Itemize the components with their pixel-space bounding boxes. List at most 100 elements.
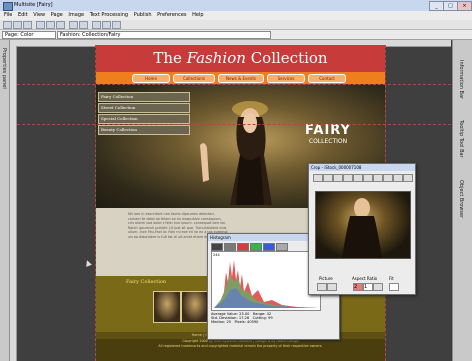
minimize-button[interactable]: _ [429, 1, 444, 11]
site-title: The Fashion Collection [96, 49, 385, 67]
app-icon [3, 2, 13, 11]
channel-gray-button[interactable] [224, 243, 236, 251]
crop-tool-icon[interactable] [313, 174, 323, 182]
apply-icon[interactable] [383, 174, 393, 182]
footer-trademark: All registered trademarks and copyrighte… [158, 344, 323, 348]
vertical-ruler [10, 46, 17, 361]
model-figure [230, 101, 272, 205]
category-fairy[interactable]: Fairy Collection [98, 92, 190, 102]
menu-file[interactable]: File [4, 11, 12, 20]
save-icon[interactable] [23, 21, 32, 29]
menu-bar: File Edit View Page Image Text Processin… [0, 11, 472, 20]
window-title: Multisite [Fairy] [14, 2, 53, 8]
stat-value: 25 [226, 320, 232, 324]
stat-value: 40590 [247, 320, 259, 324]
path-selector[interactable]: Fashion: Collection/Fairy [57, 31, 271, 39]
publish-icon[interactable] [112, 21, 121, 29]
paste-icon[interactable] [56, 21, 65, 29]
lock-ratio-button[interactable] [373, 283, 383, 291]
fairy-logo: FAIRY COLLECTION [298, 123, 358, 145]
menu-edit[interactable]: Edit [18, 11, 28, 20]
logo-fairy-text: FAIRY [305, 123, 351, 138]
flip-icon[interactable] [353, 174, 363, 182]
crop-preview-image[interactable] [315, 191, 411, 259]
crop-title: Crop - iStock_000007108 [309, 164, 415, 171]
close-button[interactable]: × [457, 1, 472, 11]
stat-value: 99 [268, 316, 273, 320]
copy-icon[interactable] [46, 21, 55, 29]
title-collection: Collection [250, 49, 328, 67]
category-special[interactable]: Special Collection [98, 114, 190, 124]
stat-row: Median: 25 Pixels: 40590 [211, 320, 336, 324]
page-selector[interactable]: Page: Color [2, 31, 56, 39]
menu-preferences[interactable]: Preferences [157, 11, 186, 20]
reset-icon[interactable] [363, 174, 373, 182]
thumbnail-1[interactable] [153, 291, 181, 323]
aspect-ratio-label: Aspect Ratio [352, 276, 378, 281]
maximize-button[interactable]: □ [443, 1, 458, 11]
menu-help[interactable]: Help [192, 11, 203, 20]
nav-collections[interactable]: Collections [173, 74, 215, 83]
left-dock-tab[interactable]: Properties panel [1, 48, 7, 89]
menu-text-processing[interactable]: Text Processing [90, 11, 128, 20]
nav-contact[interactable]: Contact [308, 74, 346, 83]
guide-line-left[interactable] [95, 45, 96, 361]
left-dock: Properties panel [0, 40, 10, 361]
stat-label: Median: [211, 320, 226, 324]
prev-picture-button[interactable] [317, 283, 327, 291]
histogram-graph [214, 260, 318, 308]
help-icon[interactable] [403, 174, 413, 182]
redo-icon[interactable] [79, 21, 88, 29]
channel-blue-button[interactable] [263, 243, 275, 251]
crop-preview-figure [342, 198, 382, 258]
fit-label: Fit [389, 276, 394, 281]
menu-page[interactable]: Page [51, 11, 63, 20]
object-browser-tab[interactable]: Object Browser [458, 180, 464, 218]
rotate-icon[interactable] [323, 174, 333, 182]
next-picture-button[interactable] [327, 283, 337, 291]
zoom-out-icon[interactable] [343, 174, 353, 182]
title-the: The [153, 49, 182, 67]
logo-collection-text: COLLECTION [308, 138, 348, 145]
new-icon[interactable] [3, 21, 12, 29]
right-dock: Information Bar Tooltip Tool Bar Object … [452, 40, 472, 361]
zoom-in-icon[interactable] [333, 174, 343, 182]
stat-label: Pixels: [234, 320, 246, 324]
nav-services[interactable]: Services [267, 74, 305, 83]
aspect-width-field[interactable]: 2 [353, 283, 363, 291]
model-hand [200, 143, 209, 182]
category-street[interactable]: Street Collection [98, 103, 190, 113]
histogram-stats: Average Value: 23.00 Range: 42 Std. Devi… [211, 312, 336, 338]
collection-title: Fairy Collection [126, 279, 167, 285]
open-icon[interactable] [13, 21, 22, 29]
histogram-plot: 244 [211, 251, 321, 311]
undo-icon[interactable] [69, 21, 78, 29]
title-fashion: Fashion [186, 49, 246, 67]
channel-green-button[interactable] [250, 243, 262, 251]
nav-home[interactable]: Home [132, 74, 170, 83]
fit-checkbox[interactable] [389, 283, 399, 291]
cut-icon[interactable] [36, 21, 45, 29]
thumbnail-2[interactable] [181, 291, 209, 323]
channel-red-button[interactable] [237, 243, 249, 251]
information-bar-tab[interactable]: Information Bar [458, 60, 464, 99]
menu-image[interactable]: Image [68, 11, 84, 20]
site-footer: Copyright 2006 by HMR Systems Software |… [96, 339, 385, 361]
tooltip-toolbar-tab[interactable]: Tooltip Tool Bar [458, 120, 464, 158]
aspect-height-field[interactable]: 1 [363, 283, 373, 291]
nav-news-events[interactable]: News & Events [218, 74, 264, 83]
zoom-icon[interactable] [92, 21, 101, 29]
channel-all-button[interactable] [276, 243, 288, 251]
main-toolbar [0, 20, 472, 30]
settings-icon[interactable] [373, 174, 383, 182]
menu-publish[interactable]: Publish [134, 11, 152, 20]
preview-icon[interactable] [102, 21, 111, 29]
page-toolbar: Page: Color Fashion: Collection/Fairy [0, 30, 472, 40]
category-beauty[interactable]: Beauty Collection [98, 125, 190, 135]
crop-window[interactable]: Crop - iStock_000007108 Picture Aspect R… [308, 163, 416, 295]
picture-label: Picture [319, 276, 333, 281]
menu-view[interactable]: View [33, 11, 45, 20]
cancel-icon[interactable] [393, 174, 403, 182]
histogram-max-label: 244 [213, 253, 220, 257]
channel-luminance-button[interactable] [211, 243, 223, 251]
